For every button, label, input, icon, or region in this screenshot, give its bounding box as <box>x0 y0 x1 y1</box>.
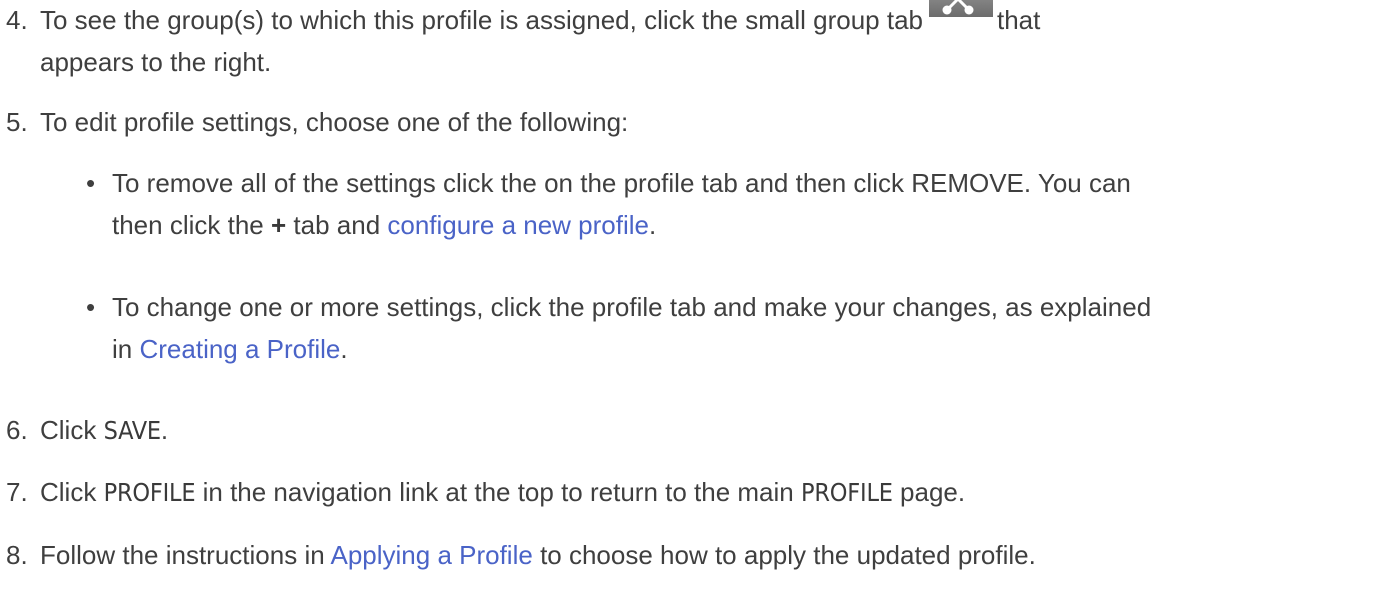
step-8-line: Follow the instructions in Applying a Pr… <box>40 534 1375 576</box>
step-7-line: Click PROFILE in the navigation link at … <box>40 471 1375 514</box>
step-8-text: Follow the instructions in <box>40 540 325 570</box>
option-change-text: in <box>112 334 133 364</box>
step-4: 4. To see the group(s) to which this pro… <box>0 0 1375 83</box>
option-change-line-2: in Creating a Profile. <box>112 328 1375 370</box>
step-7-text-3: page. <box>900 477 966 507</box>
bullet-marker: • <box>86 292 96 322</box>
step-8-text-2: to choose how to apply the updated profi… <box>540 540 1036 570</box>
step-8: 8. Follow the instructions in Applying a… <box>0 534 1375 576</box>
step-4-text: To see the group(s) to which this profil… <box>40 5 923 35</box>
step-7: 7. Click PROFILE in the navigation link … <box>0 471 1375 514</box>
group-tab-icon-graphic <box>942 0 974 15</box>
option-remove-line-2: then click the + tab and configure a new… <box>112 204 1375 246</box>
option-remove-text: then click the <box>112 210 264 240</box>
sentence-end: . <box>160 415 169 445</box>
plus-tab-label: + <box>270 210 287 240</box>
step-6-line: Click SAVE. <box>40 409 1375 452</box>
creating-a-profile-link[interactable]: Creating a Profile <box>139 334 340 364</box>
step-7-text: Click <box>40 477 97 507</box>
sentence-end: . <box>649 210 657 240</box>
sentence-end: . <box>340 334 348 364</box>
configure-new-profile-link[interactable]: configure a new profile <box>387 210 649 240</box>
option-remove-text-2: tab and <box>293 210 381 240</box>
profile-page-ui-label: PROFILE <box>801 478 893 507</box>
step-number: 7. <box>6 477 28 507</box>
step-4-text-after-icon: that <box>996 5 1041 35</box>
step-number: 6. <box>6 415 28 445</box>
step-5-text: To edit profile settings, choose one of … <box>40 107 629 137</box>
option-change-line-1: To change one or more settings, click th… <box>112 292 1152 322</box>
profile-ui-label: PROFILE <box>103 478 196 507</box>
bullet-marker: • <box>86 168 96 198</box>
option-remove-line-1: To remove all of the settings click the … <box>112 168 1131 198</box>
group-tab-icon <box>928 0 993 17</box>
step-7-text-2: in the navigation link at the top to ret… <box>202 477 794 507</box>
step-5-option-change: • To change one or more settings, click … <box>0 286 1375 370</box>
step-6-text: Click <box>40 415 97 445</box>
step-4-line-2: appears to the right. <box>40 47 272 77</box>
step-4-line-1: To see the group(s) to which this profil… <box>40 0 1375 41</box>
step-6: 6. Click SAVE. <box>0 409 1375 452</box>
step-number: 8. <box>6 540 28 570</box>
step-number: 5. <box>6 107 28 137</box>
step-5: 5. To edit profile settings, choose one … <box>0 101 1375 143</box>
save-ui-label: SAVE <box>103 416 162 445</box>
step-5-option-remove: • To remove all of the settings click th… <box>0 162 1375 246</box>
applying-a-profile-link[interactable]: Applying a Profile <box>330 540 532 570</box>
step-number: 4. <box>6 5 28 35</box>
